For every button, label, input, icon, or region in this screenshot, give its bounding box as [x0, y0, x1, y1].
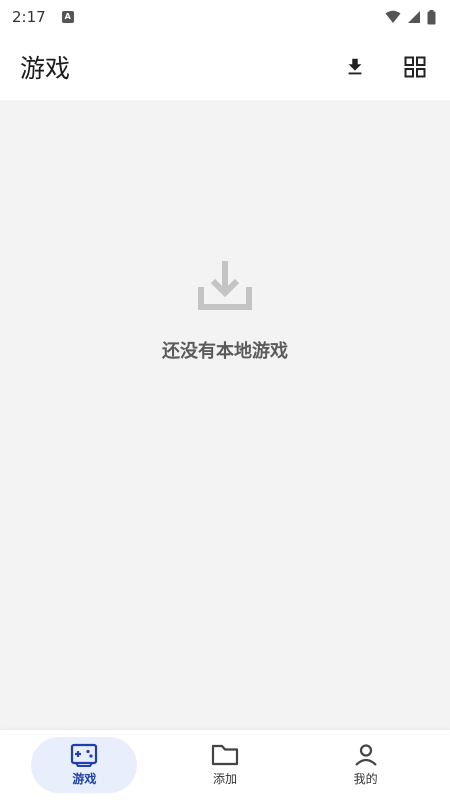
status-time: 2:17: [12, 8, 46, 26]
app-bar-actions: [334, 46, 436, 88]
app-notification-icon: A: [61, 11, 74, 23]
folder-icon: [211, 744, 239, 766]
empty-state: 还没有本地游戏: [0, 255, 450, 363]
game-list-area: 还没有本地游戏: [0, 100, 450, 730]
wifi-icon: [385, 10, 401, 23]
page-title: 游戏: [20, 54, 71, 83]
person-icon: [354, 744, 377, 766]
nav-label-mine: 我的: [353, 772, 378, 786]
bottom-navigation: 游戏 添加 我的: [0, 730, 450, 800]
nav-item-games[interactable]: 游戏: [31, 737, 138, 793]
download-icon: [348, 58, 362, 75]
download-tray-icon: [198, 261, 252, 310]
app-bar: 游戏: [0, 34, 450, 100]
nav-label-add: 添加: [212, 772, 237, 786]
status-icons: [385, 9, 436, 25]
empty-state-message: 还没有本地游戏: [162, 341, 288, 362]
nav-item-add[interactable]: 添加: [172, 737, 278, 793]
signal-icon: [408, 11, 420, 23]
battery-icon: [427, 9, 436, 24]
app-notification-letter: A: [64, 12, 71, 21]
gamepad-icon: [71, 743, 98, 767]
status-bar: 2:17 A: [0, 0, 450, 34]
nav-item-mine[interactable]: 我的: [313, 737, 419, 793]
nav-label-games: 游戏: [72, 772, 97, 786]
grid-view-icon: [404, 56, 426, 78]
grid-view-button[interactable]: [394, 46, 436, 88]
download-button[interactable]: [334, 46, 376, 88]
